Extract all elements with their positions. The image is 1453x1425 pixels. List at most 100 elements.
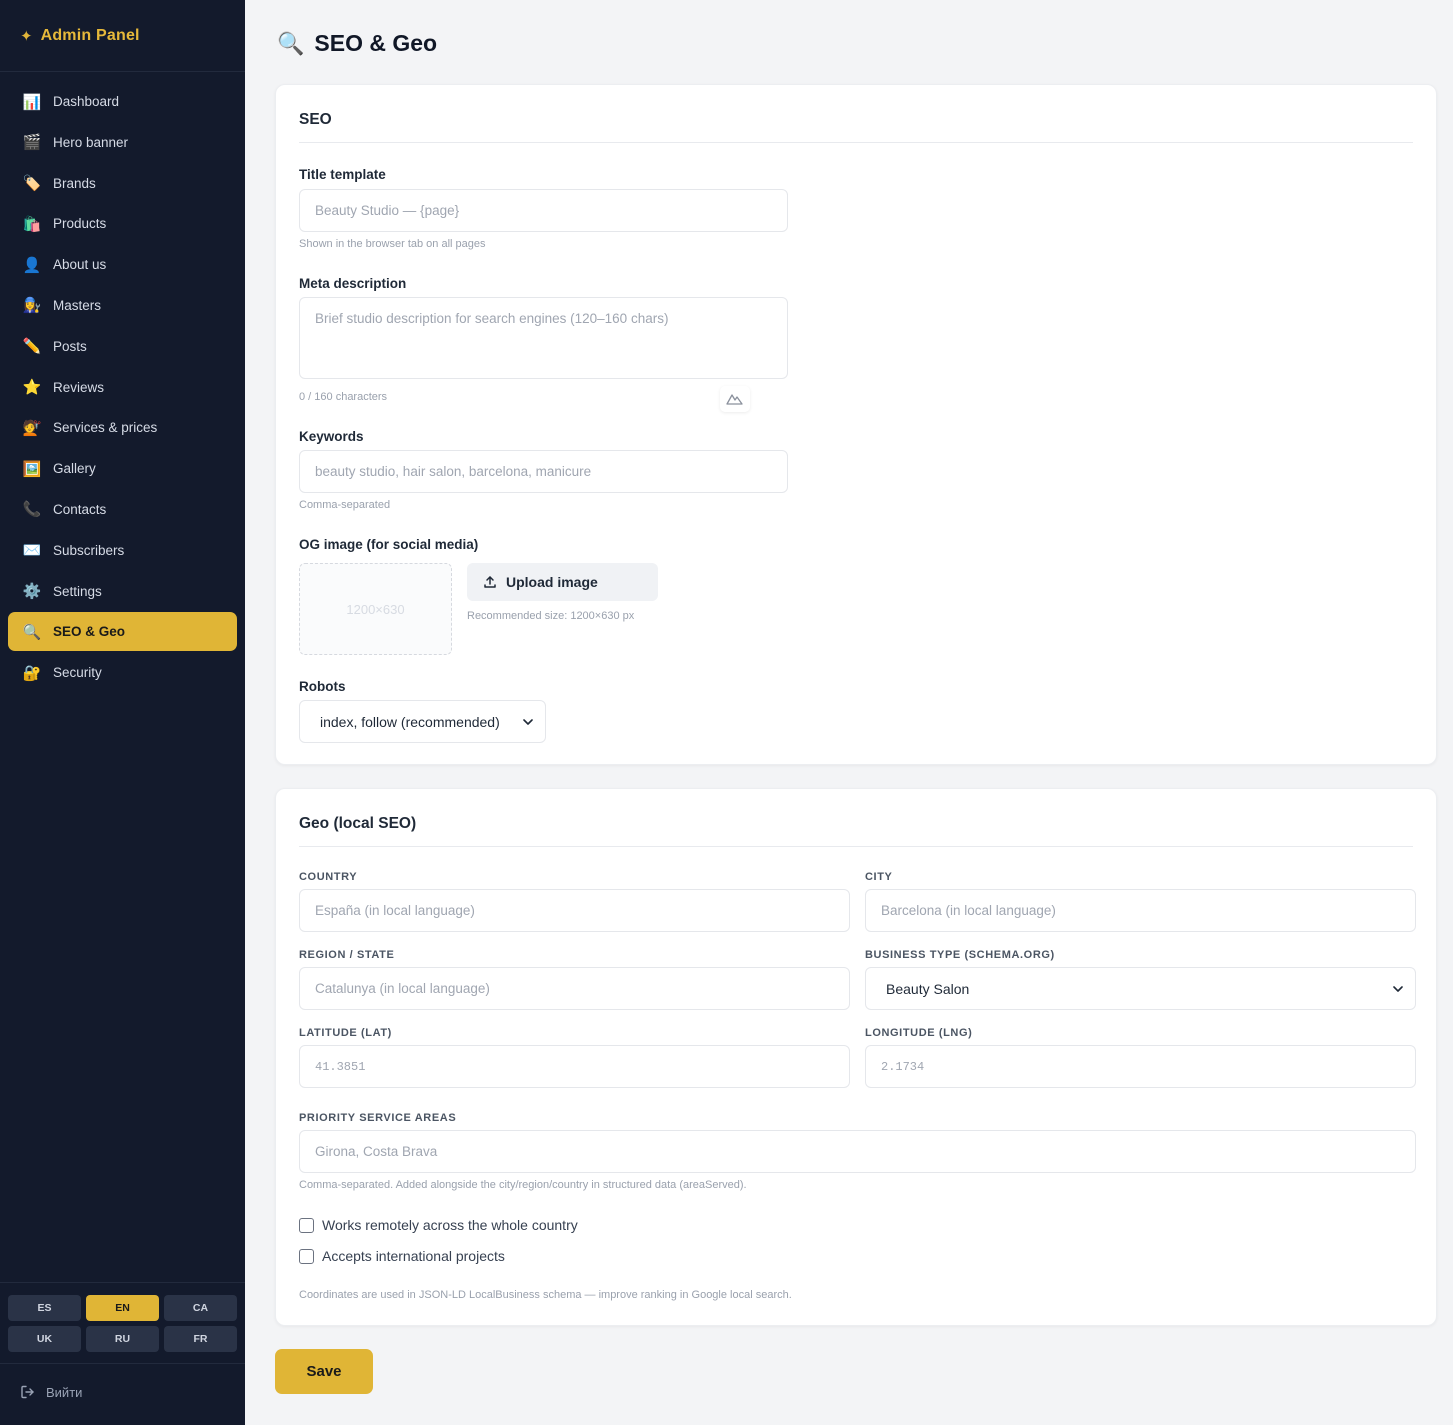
robots-select[interactable]: index, follow (recommended) [299, 700, 546, 743]
gear-icon: ⚙️ [22, 583, 42, 601]
logout-icon [21, 1385, 34, 1399]
geo-card: Geo (local SEO) Country City Region / St… [275, 788, 1437, 1326]
sidebar-item-reviews[interactable]: ⭐ Reviews [8, 368, 237, 407]
og-image-hint: Recommended size: 1200×630 px [467, 610, 635, 622]
robots-label: Robots [299, 679, 346, 694]
sidebar-item-services-prices[interactable]: 💇 Services & prices [8, 408, 237, 447]
sidebar-item-seo-geo[interactable]: 🔍 SEO & Geo [8, 612, 237, 652]
upload-image-label: Upload image [506, 574, 598, 590]
international-checkbox[interactable] [299, 1248, 314, 1264]
sidebar-item-posts[interactable]: ✏️ Posts [8, 327, 237, 366]
lang-button-uk[interactable]: UK [8, 1326, 81, 1352]
sidebar-item-label: Reviews [53, 379, 105, 395]
keywords-input[interactable] [299, 450, 788, 493]
business-type-selected: Beauty Salon [886, 980, 970, 997]
longitude-input[interactable] [865, 1045, 1416, 1088]
service-areas-hint: Comma-separated. Added alongside the cit… [299, 1179, 747, 1191]
business-type-label: Business type (Schema.org) [865, 949, 1055, 961]
sidebar-item-brands[interactable]: 🏷️ Brands [8, 164, 237, 203]
sidebar-item-label: Subscribers [53, 542, 125, 558]
divider [299, 142, 1413, 143]
sidebar-item-masters[interactable]: 👩‍🔧 Masters [8, 286, 237, 325]
city-label: City [865, 871, 893, 883]
sidebar-item-label: Security [53, 665, 102, 681]
title-template-input[interactable] [299, 189, 788, 232]
region-label: Region / State [299, 949, 395, 961]
pencil-icon: ✏️ [22, 338, 42, 356]
business-type-select[interactable]: Beauty Salon [865, 967, 1416, 1010]
international-checkbox-row[interactable]: Accepts international projects [299, 1248, 505, 1264]
sidebar-item-label: Services & prices [53, 420, 158, 436]
og-image-size-text: 1200×630 [346, 601, 405, 617]
sidebar-item-settings[interactable]: ⚙️ Settings [8, 572, 237, 611]
og-image-placeholder[interactable]: 1200×630 [299, 563, 452, 655]
tag-icon: 🏷️ [22, 175, 42, 193]
meta-description-textarea[interactable] [299, 297, 788, 379]
magnifier-icon: 🔍 [277, 30, 305, 56]
lang-button-es[interactable]: ES [8, 1295, 81, 1321]
sidebar-item-label: SEO & Geo [53, 624, 126, 640]
keywords-hint: Comma-separated [299, 499, 391, 511]
logout-label: Вийти [46, 1384, 83, 1400]
sidebar-item-label: About us [53, 257, 107, 273]
remote-checkbox-row[interactable]: Works remotely across the whole country [299, 1217, 578, 1233]
city-input[interactable] [865, 889, 1416, 932]
page-title: 🔍 SEO & Geo [277, 30, 437, 57]
phone-icon: 📞 [22, 501, 42, 519]
remote-checkbox[interactable] [299, 1217, 314, 1233]
sidebar-item-about-us[interactable]: 👤 About us [8, 245, 237, 284]
page-title-text: SEO & Geo [314, 30, 438, 56]
og-image-label: OG image (for social media) [299, 537, 479, 552]
sidebar-item-label: Settings [53, 583, 102, 599]
sidebar-item-subscribers[interactable]: ✉️ Subscribers [8, 531, 237, 570]
country-label: Country [299, 871, 358, 883]
geo-heading: Geo (local SEO) [299, 815, 417, 832]
sidebar-item-gallery[interactable]: 🖼️ Gallery [8, 449, 237, 488]
longitude-label: Longitude (lng) [865, 1027, 973, 1039]
star-icon: ⭐ [22, 379, 42, 397]
logout-button[interactable]: Вийти [20, 1384, 82, 1400]
lang-button-ru[interactable]: RU [86, 1326, 159, 1352]
sidebar-item-hero-banner[interactable]: 🎬 Hero banner [8, 123, 237, 162]
sidebar-item-label: Dashboard [53, 94, 120, 109]
keywords-label: Keywords [299, 429, 364, 444]
lang-button-fr[interactable]: FR [164, 1326, 237, 1352]
envelope-icon: ✉️ [22, 542, 42, 560]
main-content: 🔍 SEO & Geo SEO Title template Shown in … [245, 0, 1453, 1425]
sidebar-item-security[interactable]: 🔐 Security [8, 653, 237, 692]
latitude-input[interactable] [299, 1045, 850, 1088]
lang-button-en[interactable]: EN [86, 1295, 159, 1321]
chevron-down-icon [1393, 985, 1403, 992]
service-areas-input[interactable] [299, 1130, 1416, 1173]
region-input[interactable] [299, 967, 850, 1010]
haircut-icon: 💇 [22, 419, 42, 437]
meta-description-label: Meta description [299, 276, 407, 291]
chevron-down-icon [523, 718, 533, 725]
title-template-label: Title template [299, 167, 386, 182]
brand: ✦ Admin Panel [0, 0, 245, 72]
lang-button-ca[interactable]: CA [164, 1295, 237, 1321]
latitude-label: Latitude (lat) [299, 1027, 392, 1039]
picture-icon: 🖼️ [22, 460, 42, 478]
sidebar-item-label: Posts [53, 338, 87, 354]
user-icon: 👤 [22, 256, 42, 274]
sidebar-item-label: Gallery [53, 461, 96, 477]
magnifier-icon: 🔍 [22, 623, 42, 641]
international-checkbox-label: Accepts international projects [322, 1248, 505, 1264]
sidebar-item-contacts[interactable]: 📞 Contacts [8, 490, 237, 529]
save-button[interactable]: Save [275, 1349, 373, 1394]
sidebar-item-label: Masters [53, 297, 102, 313]
language-switcher: ES EN CA UK RU FR [0, 1282, 245, 1364]
sidebar-item-label: Contacts [53, 501, 107, 517]
upload-icon [484, 576, 496, 588]
seo-heading: SEO [299, 111, 332, 128]
sidebar-item-dashboard[interactable]: 📊 Dashboard [8, 82, 237, 121]
sidebar: ✦ Admin Panel 📊 Dashboard 🎬 Hero banner 🏷️… [0, 0, 245, 1425]
robots-selected: index, follow (recommended) [320, 713, 500, 730]
sidebar-item-label: Products [53, 216, 107, 232]
geo-footer-note: Coordinates are used in JSON-LD LocalBus… [299, 1289, 792, 1301]
upload-image-button[interactable]: Upload image [467, 563, 658, 601]
sidebar-item-products[interactable]: 🛍️ Products [8, 204, 237, 243]
writing-assistant-icon[interactable] [720, 386, 750, 412]
country-input[interactable] [299, 889, 850, 932]
